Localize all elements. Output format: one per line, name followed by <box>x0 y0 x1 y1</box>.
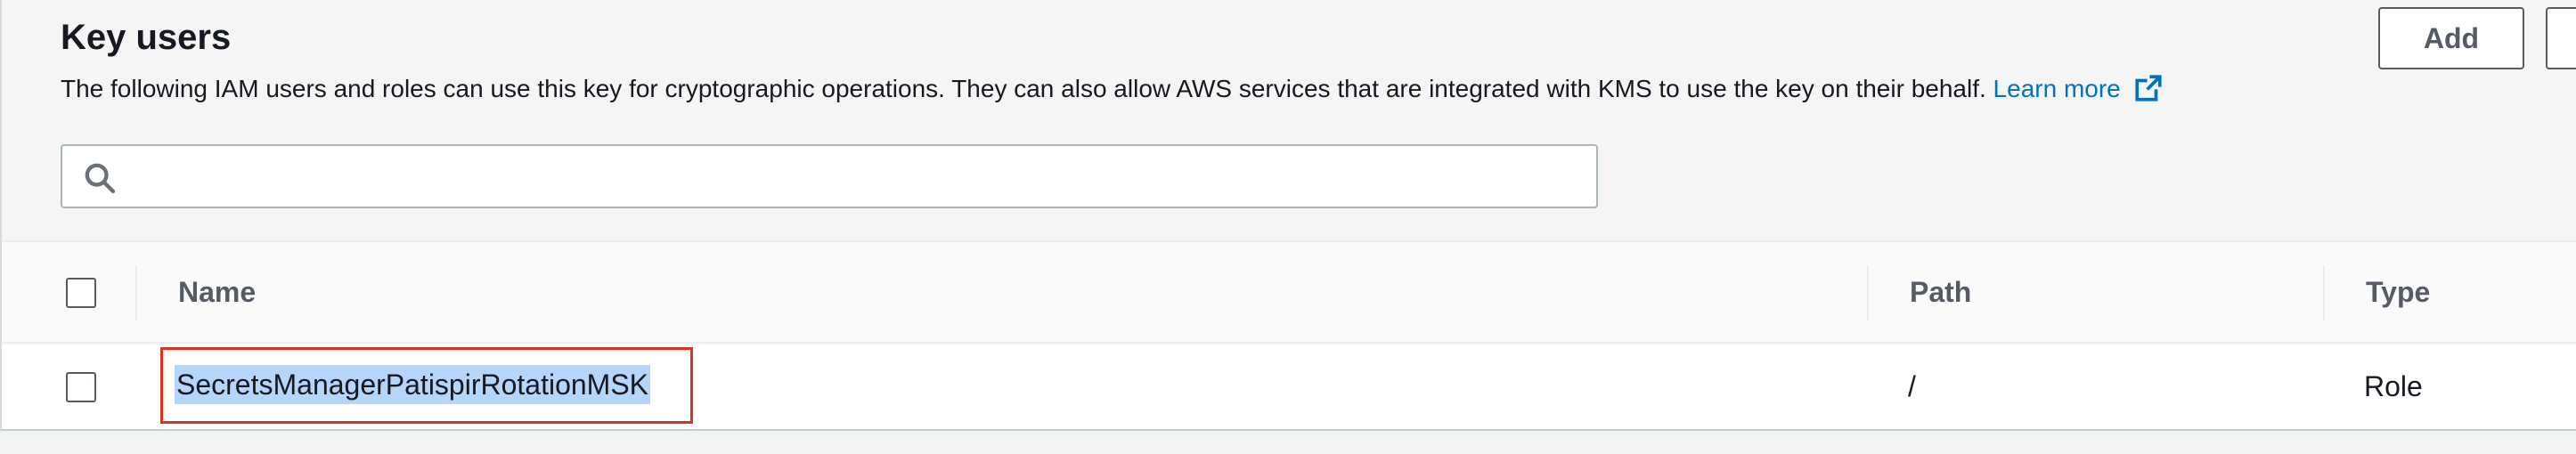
column-divider <box>135 265 137 320</box>
panel-header: Key users The following IAM users and ro… <box>2 0 2576 242</box>
column-header-type[interactable]: Type <box>2366 272 2430 312</box>
column-divider <box>1867 265 1869 320</box>
section-title: Key users <box>61 18 232 57</box>
column-divider <box>2323 265 2325 320</box>
column-header-path[interactable]: Path <box>1910 272 1971 312</box>
search-box[interactable] <box>61 144 1598 208</box>
learn-more-label: Learn more <box>1993 75 2121 102</box>
row-path: / <box>1908 370 1916 402</box>
column-header-name[interactable]: Name <box>178 272 256 312</box>
table-row[interactable]: SecretsManagerPatispirRotationMSK / Role <box>2 345 2576 429</box>
key-users-panel: Key users The following IAM users and ro… <box>0 0 2576 431</box>
row-name[interactable]: SecretsManagerPatispirRotationMSK <box>175 365 651 404</box>
select-all-checkbox[interactable] <box>66 278 96 308</box>
learn-more-link[interactable]: Learn more <box>1993 75 2164 102</box>
external-link-icon <box>2134 75 2162 101</box>
search-icon <box>85 163 116 194</box>
search-input[interactable] <box>134 151 1577 201</box>
section-description: The following IAM users and roles can us… <box>61 71 2164 107</box>
table-header: Name Path Type <box>2 244 2576 344</box>
description-text: The following IAM users and roles can us… <box>61 75 1986 102</box>
row-checkbox[interactable] <box>66 372 96 402</box>
more-actions-button[interactable] <box>2546 7 2576 69</box>
row-type: Role <box>2364 370 2423 402</box>
add-button[interactable]: Add <box>2378 7 2524 69</box>
